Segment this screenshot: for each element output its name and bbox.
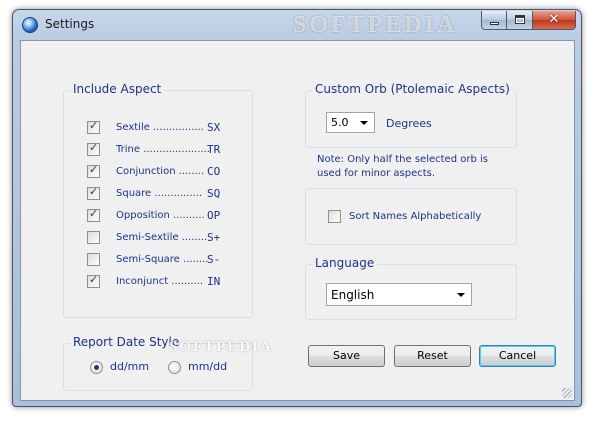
include-aspect-title: Include Aspect (70, 82, 165, 96)
close-icon: ✕ (548, 12, 560, 27)
app-globe-icon (22, 17, 38, 33)
language-group: Language English (305, 256, 517, 320)
aspect-checkbox-conjunction[interactable] (87, 163, 100, 178)
aspect-label-sextile: Sextile ................ (116, 122, 204, 133)
aspect-code-conjunction: CO (207, 165, 221, 178)
softpedia-small-watermark: SOFTPEDIA (169, 339, 273, 355)
aspect-label-conjunction: Conjunction ........ (116, 166, 205, 177)
language-select[interactable]: English (326, 283, 472, 306)
aspect-label-square: Square ............... (116, 188, 203, 199)
aspect-code-sextile: SX (207, 121, 221, 134)
maximize-button[interactable] (507, 11, 533, 30)
aspect-label-opposition: Opposition .......... (116, 210, 205, 221)
date-style-radio-mmdd[interactable] (168, 361, 181, 374)
reset-button[interactable]: Reset (394, 345, 471, 367)
aspect-label-inconjunct: Inconjunct .......... (116, 276, 204, 287)
language-select-value: English (331, 288, 375, 302)
settings-client-area: Include Aspect Sextile ................ … (20, 40, 575, 401)
sort-names-label[interactable]: Sort Names Alphabetically (349, 211, 481, 222)
include-aspect-group: Include Aspect Sextile ................ … (63, 82, 253, 318)
aspect-code-trine: TR (207, 143, 221, 156)
date-style-radio-ddmm[interactable] (90, 361, 103, 374)
date-style-label-ddmm[interactable]: dd/mm (110, 360, 149, 373)
softpedia-watermark: SOFTPEDIA (293, 12, 458, 38)
close-button[interactable]: ✕ (533, 11, 576, 30)
custom-orb-group: Custom Orb (Ptolemaic Aspects) 5.0 Degre… (305, 82, 517, 148)
report-date-style-title: Report Date Style (70, 335, 183, 349)
aspect-code-semi-sextile: S+ (207, 231, 221, 244)
orb-note-line1: Note: Only half the selected orb is (317, 154, 488, 165)
chevron-down-icon (457, 293, 465, 297)
aspect-checkbox-square[interactable] (87, 185, 100, 200)
aspect-checkbox-inconjunct[interactable] (87, 273, 100, 288)
orb-select[interactable]: 5.0 (326, 112, 375, 133)
minimize-icon (490, 22, 499, 25)
maximize-icon (515, 15, 525, 24)
title-bar[interactable]: Settings SOFTPEDIA ✕ (13, 10, 581, 40)
orb-select-value: 5.0 (331, 116, 349, 129)
date-style-label-mmdd[interactable]: mm/dd (188, 360, 227, 373)
settings-window: Settings SOFTPEDIA ✕ Include Aspect Sext… (12, 9, 582, 407)
chevron-down-icon (360, 121, 368, 125)
aspect-checkbox-semi-sextile[interactable] (87, 231, 100, 244)
aspect-checkbox-trine[interactable] (87, 141, 100, 156)
save-button[interactable]: Save (308, 345, 385, 367)
language-title: Language (312, 256, 378, 270)
aspect-label-semi-sextile: Semi-Sextile ........ (116, 232, 208, 243)
aspect-code-square: SQ (207, 187, 221, 200)
aspect-code-inconjunct: IN (207, 275, 221, 288)
aspect-code-opposition: OP (207, 209, 221, 222)
aspect-label-trine: Trine ..................... (116, 144, 210, 155)
aspect-checkbox-sextile[interactable] (87, 119, 100, 134)
orb-note-line2: used for minor aspects. (317, 168, 436, 179)
sort-names-checkbox[interactable] (328, 210, 341, 223)
cancel-button[interactable]: Cancel (479, 345, 556, 367)
resize-grip[interactable] (562, 388, 572, 398)
window-controls: ✕ (481, 11, 576, 30)
aspect-code-semi-square: S- (207, 253, 221, 266)
aspect-checkbox-semi-square[interactable] (87, 253, 100, 266)
aspect-label-semi-square: Semi-Square ........ (116, 254, 209, 265)
window-title: Settings (45, 17, 95, 31)
sort-names-group: Sort Names Alphabetically (305, 188, 517, 245)
orb-unit-label: Degrees (386, 117, 432, 130)
custom-orb-title: Custom Orb (Ptolemaic Aspects) (312, 82, 513, 96)
minimize-button[interactable] (481, 11, 507, 30)
aspect-checkbox-opposition[interactable] (87, 207, 100, 222)
